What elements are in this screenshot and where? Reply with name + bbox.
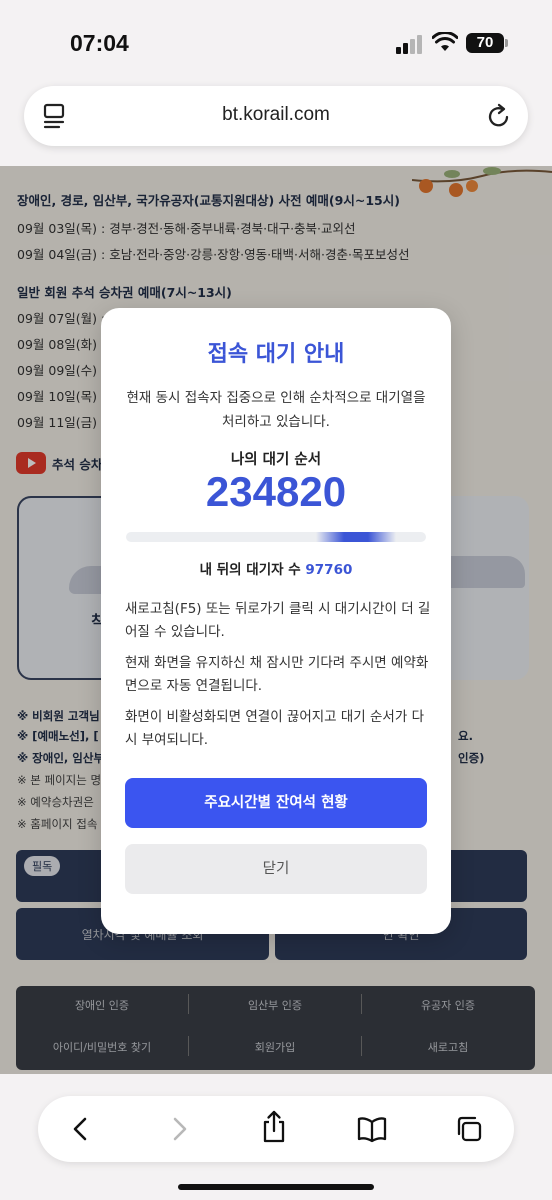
browser-toolbar [0, 1074, 552, 1200]
battery-icon: 70 [466, 33, 504, 53]
battery-tip [505, 39, 508, 47]
toolbar-pill [38, 1096, 514, 1162]
tabs-icon[interactable] [454, 1114, 484, 1144]
cellular-signal-icon [396, 34, 424, 54]
home-indicator [178, 1184, 374, 1190]
behind-count: 97760 [305, 562, 353, 578]
back-icon[interactable] [68, 1114, 94, 1144]
close-button[interactable]: 닫기 [125, 844, 427, 894]
reload-icon[interactable] [486, 102, 512, 130]
notice-wait: 현재 화면을 유지하신 채 잠시만 기다려 주시면 예약화면으로 자동 연결됩니… [125, 655, 429, 694]
bookmarks-icon[interactable] [356, 1114, 388, 1144]
modal-title: 접속 대기 안내 [207, 342, 345, 367]
behind-label: 내 뒤의 대기자 수 [199, 562, 301, 578]
remaining-seats-button[interactable]: 주요시간별 잔여석 현황 [125, 778, 427, 828]
status-time: 07:04 [70, 30, 129, 56]
behind-count-line: 내 뒤의 대기자 수 97760 [101, 558, 451, 578]
queue-modal: 접속 대기 안내 현재 동시 접속자 집중으로 인해 순차적으로 대기열을 처리… [101, 308, 451, 934]
status-bar: 07:04 70 [0, 0, 552, 82]
queue-progress-bar [126, 532, 426, 542]
notice-refresh: 새로고침(F5) 또는 뒤로가기 클릭 시 대기시간이 더 길어질 수 있습니다… [125, 601, 431, 640]
forward-icon[interactable] [166, 1114, 192, 1144]
url-text[interactable]: bt.korail.com [24, 104, 528, 126]
address-bar[interactable]: bt.korail.com [24, 86, 528, 146]
queue-label: 나의 대기 순서 [230, 452, 322, 468]
queue-number: 234820 [205, 468, 347, 515]
queue-progress-indicator [316, 532, 396, 542]
modal-description: 현재 동시 접속자 집중으로 인해 순차적으로 대기열을 처리하고 있습니다. [126, 390, 426, 430]
wifi-icon [432, 32, 458, 51]
notice-inactive: 화면이 비활성화되면 연결이 끊어지고 대기 순서가 다시 부여되니다. [125, 709, 424, 748]
share-icon[interactable] [260, 1110, 288, 1144]
